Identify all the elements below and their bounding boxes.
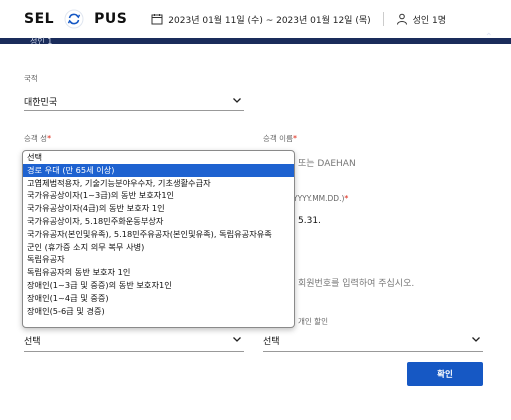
name-placeholder: 또는 DAEHAN: [298, 159, 356, 169]
person-icon: [396, 13, 407, 25]
chevron-down-icon: [233, 337, 241, 342]
route-summary[interactable]: SEL PUS: [24, 9, 127, 29]
chevron-down-icon: [233, 98, 241, 103]
panel-header: 성인 1 ⌃: [0, 30, 511, 44]
chevron-down-icon: [472, 337, 480, 342]
nationality-select[interactable]: 대한민국: [24, 95, 244, 111]
nationality-label: 국적: [24, 74, 38, 83]
dropdown-option[interactable]: 독립유공자의 동반 보호자 1인: [23, 266, 294, 279]
passengers-text: 성인 1명: [412, 15, 447, 26]
dropdown-option[interactable]: 국가유공상이자(1~3급)의 동반 보호자1인: [23, 189, 294, 202]
passenger-count[interactable]: 성인 1명: [396, 13, 446, 26]
origin-code: SEL: [24, 11, 55, 27]
dropdown-option[interactable]: 경로 우대 (만 65세 이상): [23, 163, 294, 177]
dropdown-option[interactable]: 국가유공상이자, 5.18민주화운동부상자: [23, 215, 294, 228]
swap-icon[interactable]: [64, 9, 84, 29]
dropdown-option[interactable]: 장애인(1~4급 및 중증): [23, 292, 294, 305]
nationality-value: 대한민국: [24, 98, 58, 108]
personal-discount-value: 선택: [263, 337, 280, 347]
personal-discount-select[interactable]: 선택: [263, 334, 483, 352]
discount-type-value: 선택: [24, 337, 41, 347]
dropdown-option[interactable]: 장애인(1~3급 및 중증)의 동반 보호자1인: [23, 279, 294, 292]
name-label: 승객 이름*: [263, 134, 297, 143]
dropdown-option[interactable]: 국가유공상이자(4급)의 동반 보호자 1인: [23, 202, 294, 215]
dropdown-option[interactable]: 장애인(5-6급 및 경증): [23, 305, 294, 318]
birth-value: 5.31.: [298, 216, 321, 226]
member-number-placeholder: 회원번호를 입력하여 주십시오.: [298, 279, 415, 289]
discount-type-select[interactable]: 선택: [24, 334, 244, 352]
panel-title: 성인 1: [30, 37, 53, 44]
surname-label: 승객 성*: [24, 134, 52, 143]
dates-text: 2023년 01월 11일 (수) ~ 2023년 01월 12일 (목): [168, 15, 371, 26]
calendar-icon: [151, 14, 163, 25]
destination-code: PUS: [94, 11, 128, 27]
confirm-button[interactable]: 확인: [407, 362, 483, 386]
dropdown-option[interactable]: 선택: [23, 151, 294, 164]
dropdown-option[interactable]: 고엽제법적용자, 기술기능분야우수자, 기초생활수급자: [23, 177, 294, 190]
travel-dates[interactable]: 2023년 01월 11일 (수) ~ 2023년 01월 12일 (목): [151, 13, 371, 26]
dropdown-option[interactable]: 군인 (휴가증 소지 의무 복무 사병): [23, 241, 294, 254]
discount-dropdown-list[interactable]: 선택 경로 우대 (만 65세 이상) 고엽제법적용자, 기술기능분야우수자, 기초…: [22, 150, 295, 328]
birth-format-label: YYYY.MM.DD.)*: [293, 194, 349, 203]
divider: [382, 12, 384, 26]
dropdown-option[interactable]: 독립유공자: [23, 253, 294, 266]
collapse-icon[interactable]: ⌃: [485, 32, 493, 43]
dropdown-option[interactable]: 국가유공자(본인및유족), 5.18민주유공자(본인및유족), 독립유공자유족: [23, 228, 294, 241]
discount-label: 개인 할인: [298, 317, 328, 326]
